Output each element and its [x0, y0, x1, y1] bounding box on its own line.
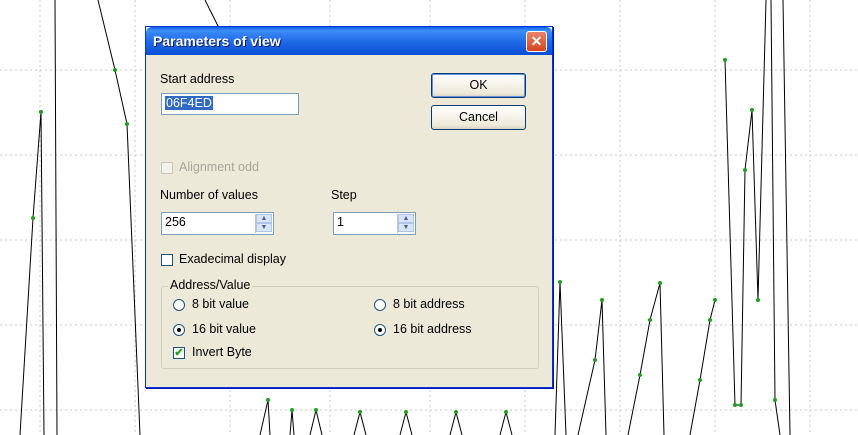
spin-up-icon[interactable]: ▲ [256, 214, 272, 223]
address-value-group-title: Address/Value [168, 278, 253, 292]
waveform-line [97, 0, 141, 435]
waveform-line [724, 0, 767, 406]
waveform-line [54, 0, 58, 435]
waveform-line [577, 299, 607, 435]
waveform-point [739, 403, 743, 407]
waveform-line [627, 282, 665, 435]
waveform-point [358, 410, 362, 414]
waveform-line [259, 399, 271, 435]
waveform-point [593, 358, 597, 362]
waveform-line [782, 0, 791, 435]
radio-16bit-value[interactable] [173, 324, 185, 336]
waveform-point [698, 378, 702, 382]
parameters-dialog: Parameters of view ✕ Start address 06F4E… [145, 26, 553, 388]
waveform-line [770, 0, 781, 435]
start-address-input[interactable]: 06F4ED [161, 93, 299, 115]
waveform-line [289, 409, 295, 435]
checkmark-icon: ✔ [174, 347, 184, 359]
waveform-line [399, 410, 413, 435]
waveform-point [454, 410, 458, 414]
dialog-title: Parameters of view [153, 33, 281, 49]
waveform-point [638, 373, 642, 377]
cancel-button[interactable]: Cancel [431, 105, 526, 130]
waveform-line [554, 281, 567, 435]
start-address-value: 06F4ED [165, 96, 213, 110]
radio-16bit-address[interactable] [374, 324, 386, 336]
radio-8bit-value-label: 8 bit value [192, 297, 249, 311]
waveform-line [353, 410, 367, 435]
waveform-line [309, 409, 323, 435]
waveform-point [600, 298, 604, 302]
spin-up-icon[interactable]: ▲ [398, 214, 414, 223]
waveform-point [756, 298, 760, 302]
spin-down-icon[interactable]: ▼ [256, 223, 272, 232]
start-address-label: Start address [160, 72, 235, 86]
number-of-values-value: 256 [165, 215, 186, 229]
number-of-values-spinner[interactable]: ▲ ▼ [255, 214, 272, 233]
waveform-point [558, 280, 562, 284]
waveform-point [314, 408, 318, 412]
waveform-point [723, 58, 727, 62]
invert-byte-label: Invert Byte [192, 345, 252, 359]
alignment-odd-label: Alignment odd [179, 160, 259, 174]
step-input[interactable]: 1 ▲ ▼ [333, 212, 416, 235]
number-of-values-input[interactable]: 256 ▲ ▼ [161, 212, 274, 235]
waveform-point [773, 398, 777, 402]
radio-8bit-address[interactable] [374, 299, 386, 311]
hex-display-checkbox[interactable] [161, 254, 173, 266]
waveform-point [39, 110, 43, 114]
waveform-point [713, 298, 717, 302]
waveform-point [404, 410, 408, 414]
waveform-point [113, 68, 117, 72]
waveform-point [743, 168, 747, 172]
waveform-point [504, 410, 508, 414]
close-icon: ✕ [530, 33, 543, 49]
step-value: 1 [337, 215, 344, 229]
ok-button[interactable]: OK [431, 73, 526, 98]
radio-16bit-value-label: 16 bit value [192, 322, 256, 336]
step-spinner[interactable]: ▲ ▼ [397, 214, 414, 233]
waveform-point [733, 403, 737, 407]
alignment-odd-checkbox[interactable] [161, 162, 173, 174]
waveform-point [658, 281, 662, 285]
address-value-group: Address/Value 8 bit value 16 bit value 8… [161, 278, 539, 369]
waveform-point [266, 398, 270, 402]
waveform-line [499, 410, 513, 435]
waveform-point [290, 408, 294, 412]
waveform-point [125, 122, 129, 126]
waveform-point [708, 318, 712, 322]
radio-8bit-address-label: 8 bit address [393, 297, 465, 311]
dialog-title-bar[interactable]: Parameters of view ✕ [146, 27, 552, 55]
waveform-point [31, 216, 35, 220]
spin-down-icon[interactable]: ▼ [398, 223, 414, 232]
waveform-point [750, 108, 754, 112]
hex-display-label: Exadecimal display [179, 252, 286, 266]
close-button[interactable]: ✕ [526, 31, 547, 52]
radio-8bit-value[interactable] [173, 299, 185, 311]
step-label: Step [331, 188, 357, 202]
waveform-line [449, 410, 463, 435]
waveform-point [648, 318, 652, 322]
invert-byte-checkbox[interactable]: ✔ [173, 347, 185, 359]
number-of-values-label: Number of values [160, 188, 258, 202]
radio-16bit-address-label: 16 bit address [393, 322, 472, 336]
